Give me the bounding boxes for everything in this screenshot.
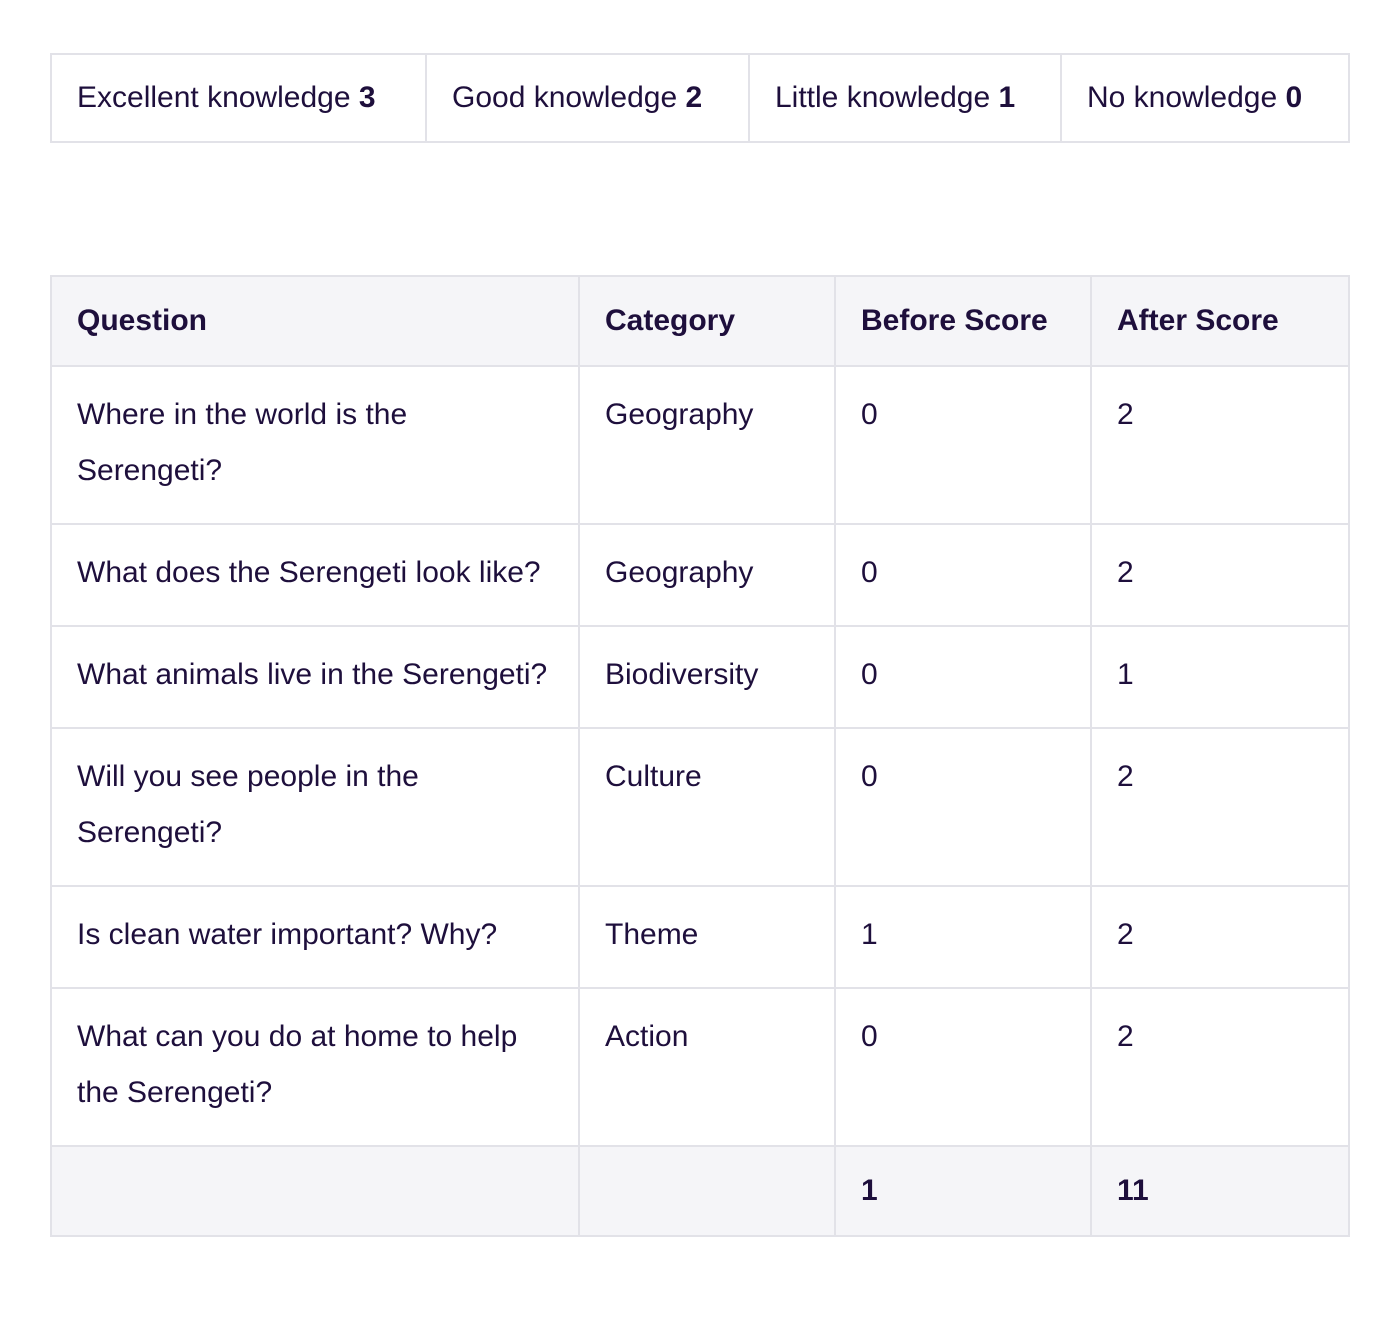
table-row: What animals live in the Serengeti? Biod… [50, 625, 1350, 729]
before-score-cell: 0 [834, 625, 1092, 729]
legend-label: No knowledge [1087, 81, 1278, 114]
after-score-cell: 1 [1090, 625, 1350, 729]
before-score-cell: 1 [834, 885, 1092, 989]
legend-value: 0 [1285, 81, 1303, 114]
question-cell: Will you see people in the Serengeti? [50, 727, 580, 887]
after-score-cell: 2 [1090, 885, 1350, 989]
legend-item-little: Little knowledge 1 [748, 53, 1062, 143]
question-cell: Is clean water important? Why? [50, 885, 580, 989]
legend-row: Excellent knowledge 3 Good knowledge 2 L… [50, 53, 1350, 143]
column-header-category: Category [578, 275, 836, 367]
category-cell: Geography [578, 365, 836, 525]
category-cell: Action [578, 987, 836, 1147]
table-row: What can you do at home to help the Sere… [50, 987, 1350, 1147]
table-row: Will you see people in the Serengeti? Cu… [50, 727, 1350, 887]
column-header-question: Question [50, 275, 580, 367]
legend-item-excellent: Excellent knowledge 3 [50, 53, 427, 143]
legend-label: Good knowledge [452, 81, 678, 114]
legend-label: Excellent knowledge [77, 81, 351, 114]
before-score-cell: 0 [834, 365, 1092, 525]
totals-row: 1 11 [50, 1145, 1350, 1237]
after-score-cell: 2 [1090, 987, 1350, 1147]
category-cell: Biodiversity [578, 625, 836, 729]
legend-item-good: Good knowledge 2 [425, 53, 750, 143]
column-header-after-score: After Score [1090, 275, 1350, 367]
legend-item-none: No knowledge 0 [1060, 53, 1350, 143]
scores-table: Question Category Before Score After Sco… [50, 275, 1350, 1237]
totals-question-cell [50, 1145, 580, 1237]
legend-value: 3 [358, 81, 376, 114]
before-score-cell: 0 [834, 987, 1092, 1147]
before-score-cell: 0 [834, 523, 1092, 627]
question-cell: What does the Serengeti look like? [50, 523, 580, 627]
table-header-row: Question Category Before Score After Sco… [50, 275, 1350, 367]
legend-value: 1 [998, 81, 1016, 114]
category-cell: Culture [578, 727, 836, 887]
before-score-cell: 0 [834, 727, 1092, 887]
table-row: Where in the world is the Serengeti? Geo… [50, 365, 1350, 525]
after-score-cell: 2 [1090, 727, 1350, 887]
legend-label: Little knowledge [775, 81, 991, 114]
column-header-before-score: Before Score [834, 275, 1092, 367]
totals-category-cell [578, 1145, 836, 1237]
knowledge-scale-legend: Excellent knowledge 3 Good knowledge 2 L… [50, 53, 1350, 143]
table-row: Is clean water important? Why? Theme 1 2 [50, 885, 1350, 989]
legend-value: 2 [685, 81, 703, 114]
question-cell: What animals live in the Serengeti? [50, 625, 580, 729]
total-before-score: 1 [834, 1145, 1092, 1237]
table-row: What does the Serengeti look like? Geogr… [50, 523, 1350, 627]
question-cell: What can you do at home to help the Sere… [50, 987, 580, 1147]
question-cell: Where in the world is the Serengeti? [50, 365, 580, 525]
after-score-cell: 2 [1090, 365, 1350, 525]
after-score-cell: 2 [1090, 523, 1350, 627]
total-after-score: 11 [1090, 1145, 1350, 1237]
category-cell: Geography [578, 523, 836, 627]
category-cell: Theme [578, 885, 836, 989]
